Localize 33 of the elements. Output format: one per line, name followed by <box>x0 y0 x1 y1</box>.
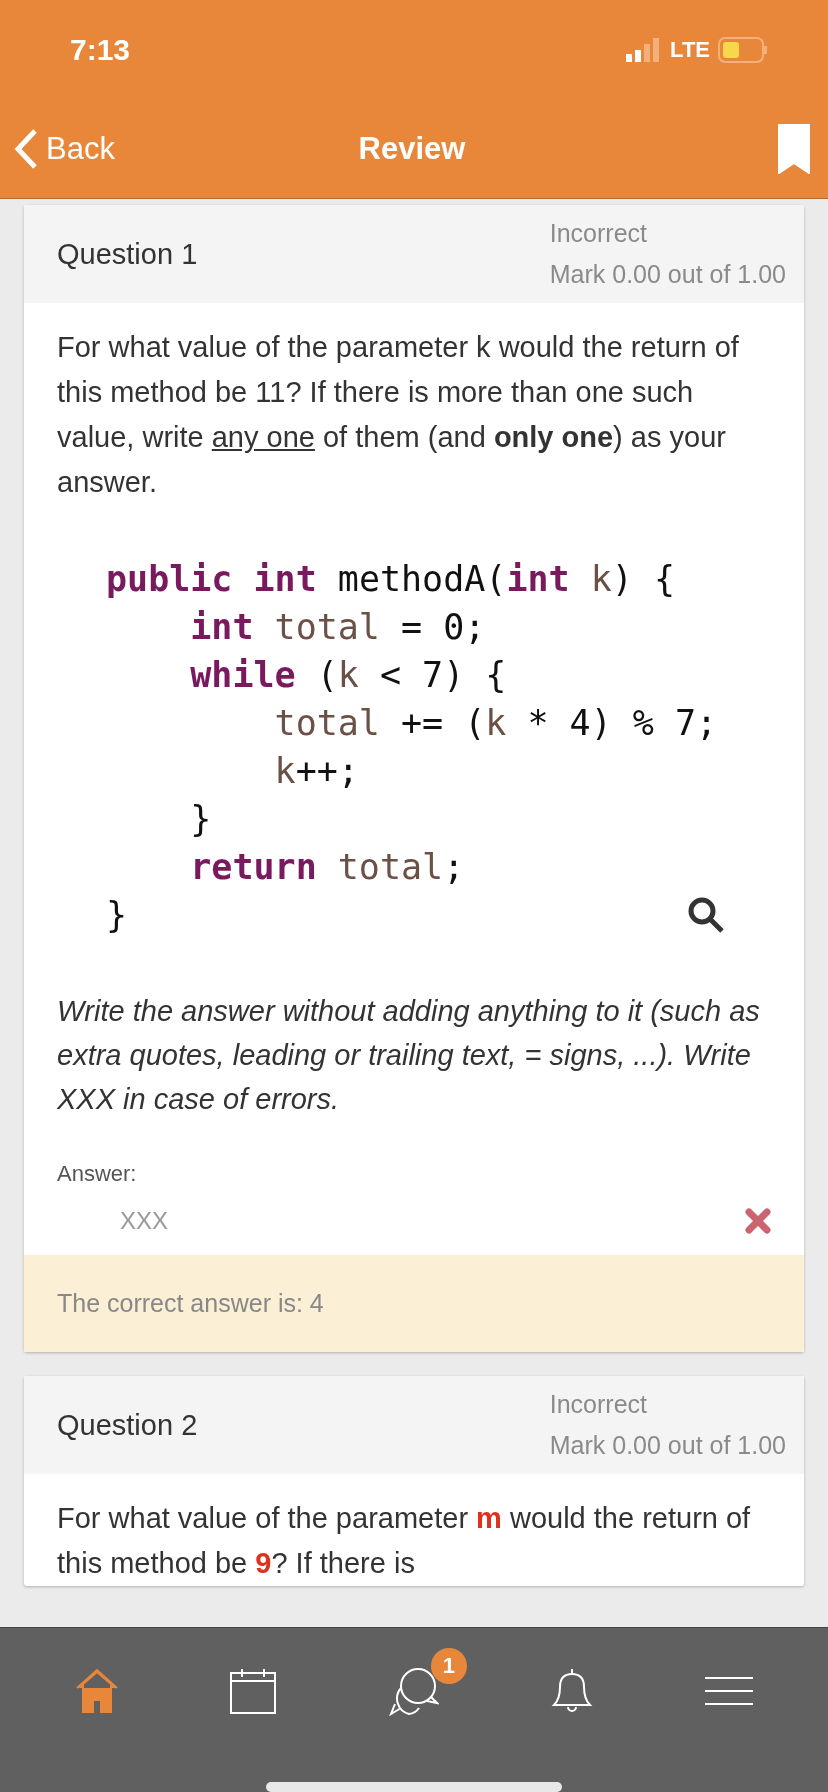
code-line: k++; <box>273 750 359 793</box>
question-text: For what value of the parameter k would the return of this method be 11? If there is more than one such value, write any one of them (and only one) as your answer. <box>57 330 740 500</box>
menu-icon <box>704 1676 753 1707</box>
question-state: Incorrect <box>549 1390 648 1419</box>
question-state: Incorrect <box>549 219 648 248</box>
instruction-text: Write the answer without adding anything to it (such as extra quotes, leading or trailing text, = signs, ...). Write XXX in case of errors. <box>57 994 761 1117</box>
code-line: public int methodA(int k) { <box>106 558 675 601</box>
code-line: } <box>189 798 212 841</box>
network-label: LTE <box>670 37 710 63</box>
bookmark-icon[interactable] <box>778 124 810 174</box>
home-icon <box>75 1668 120 1715</box>
search-icon[interactable] <box>686 895 726 935</box>
code-line: while (k < 7) { <box>189 654 507 697</box>
calendar-icon <box>230 1668 277 1715</box>
code-line: total += (k * 4) % 7; <box>273 702 718 745</box>
back-button[interactable]: Back <box>14 128 115 170</box>
page-title: Review <box>358 131 466 167</box>
correct-answer-note: The correct answer is: 4 <box>24 1255 804 1352</box>
chevron-icon <box>14 128 38 170</box>
answer-value: XXX <box>120 1207 169 1235</box>
question-title: Question 1 <box>57 237 198 271</box>
notification-badge: 1 <box>431 1648 467 1685</box>
question-text: For what value of the parameter m would the return of this method be 9? If there is <box>57 1501 752 1581</box>
code-line: } <box>106 894 128 937</box>
code-line: return total; <box>189 846 465 889</box>
code-line: int total = 0; <box>189 606 486 649</box>
question-title: Question 2 <box>57 1408 198 1442</box>
question-mark: Mark 0.00 out of 1.00 <box>549 1431 786 1460</box>
answer-label: Answer: <box>57 1161 138 1187</box>
status-time: 7:13 <box>70 33 131 67</box>
chat-icon <box>387 1666 439 1717</box>
battery-icon <box>718 37 768 63</box>
question-mark: Mark 0.00 out of 1.00 <box>549 260 786 289</box>
